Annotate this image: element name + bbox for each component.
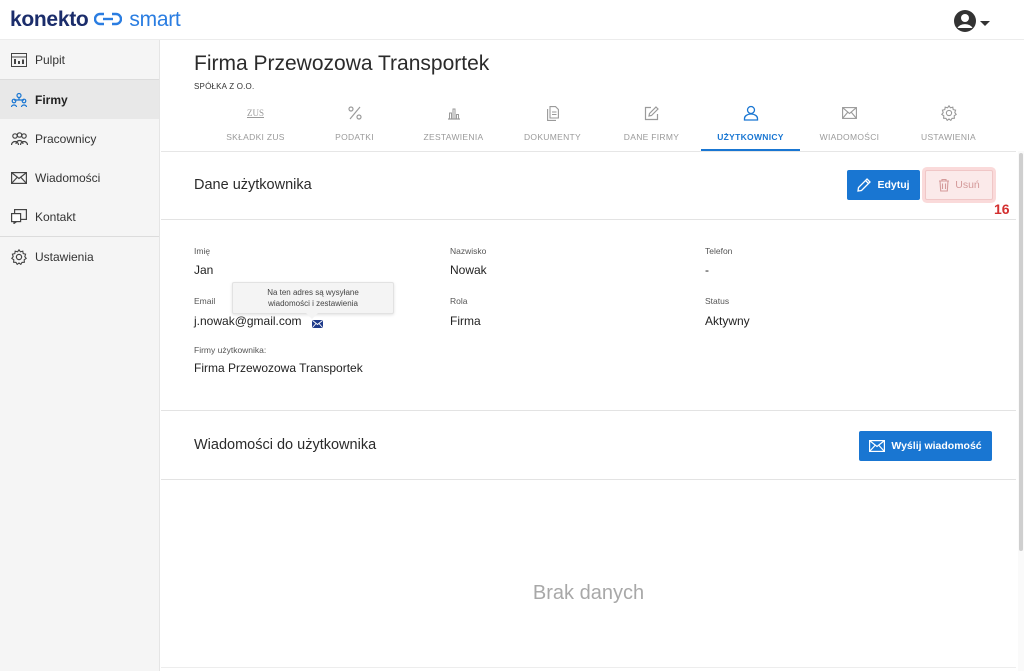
first-name-value: Jan [194, 263, 214, 277]
tab-label: UŻYTKOWNICY [717, 132, 784, 142]
tab-uzytkownicy[interactable]: UŻYTKOWNICY [701, 100, 800, 151]
documents-icon [546, 103, 559, 123]
empty-state-text: Brak danych [532, 582, 645, 604]
tab-label: USTAWIENIA [921, 132, 976, 142]
email-label: Email [194, 296, 216, 306]
account-icon[interactable] [953, 9, 977, 38]
last-name-value: Nowak [450, 263, 487, 277]
tab-ustawienia[interactable]: USTAWIENIA [899, 100, 998, 151]
delete-button[interactable]: Usuń [925, 170, 993, 200]
chevron-down-icon[interactable] [980, 21, 990, 26]
sidebar-item-pulpit[interactable]: Pulpit [0, 40, 159, 79]
company-type: SPÓŁKA Z O.O. [194, 82, 255, 91]
sidebar-item-label: Ustawienia [35, 249, 94, 264]
tab-dane-firmy[interactable]: DANE FIRMY [602, 100, 701, 151]
content-bottom-divider [161, 667, 1016, 668]
company-tabs: ZUS SKŁADKI ZUS PODATKI ZESTAWIENIA DOKU… [206, 100, 998, 152]
sidebar-item-label: Wiadomości [35, 170, 101, 185]
zus-icon: ZUS [247, 103, 264, 123]
tab-wiadomosci[interactable]: WIADOMOŚCI [800, 100, 899, 151]
gear-icon [940, 103, 957, 123]
sidebar-item-kontakt[interactable]: Kontakt [0, 197, 159, 236]
tab-label: DOKUMENTY [523, 132, 581, 142]
percent-icon [347, 103, 362, 123]
sidebar-item-wiadomosci[interactable]: Wiadomości [0, 158, 159, 197]
send-message-button[interactable]: Wyślij wiadomość [859, 431, 992, 461]
role-label: Rola [450, 296, 468, 306]
sidebar-item-label: Pracownicy [35, 131, 97, 146]
user-icon [743, 103, 759, 123]
mail-icon [842, 103, 857, 123]
bar-chart-icon [447, 103, 461, 123]
user-companies-label: Firmy użytkownika: [194, 345, 267, 355]
sidebar-item-label: Firmy [35, 92, 68, 107]
phone-value: - [705, 263, 709, 277]
messages-section-header: Wiadomości do użytkownika Wyślij wiadomo… [161, 410, 1016, 480]
user-section-header: Dane użytkownika Edytuj Usuń [161, 152, 1016, 220]
role-value: Firma [450, 314, 481, 328]
mail-icon [869, 440, 886, 452]
edit-button[interactable]: Edytuj [847, 170, 920, 200]
tab-skladki-zus[interactable]: ZUS SKŁADKI ZUS [206, 100, 305, 151]
edit-button-label: Edytuj [877, 179, 910, 191]
trash-icon [939, 178, 950, 192]
pencil-icon [857, 178, 872, 192]
user-companies-value: Firma Przewozowa Transportek [194, 361, 363, 375]
brand-name-part1: konekto [10, 8, 89, 31]
contact-icon [10, 208, 28, 226]
email-tooltip-line1: Na ten adres są wysyłane [267, 288, 359, 297]
dashboard-icon [10, 51, 28, 69]
tab-dokumenty[interactable]: DOKUMENTY [503, 100, 602, 151]
edit-icon [644, 103, 659, 123]
companies-icon [10, 91, 28, 109]
email-notification-icon[interactable] [312, 320, 323, 328]
brand-mark-icon [94, 8, 123, 32]
status-label: Status [705, 296, 730, 306]
delete-button-label: Usuń [955, 179, 980, 191]
email-tooltip-line2: wiadomości i zestawienia [268, 299, 358, 308]
gear-icon [10, 248, 28, 266]
sidebar-item-firmy[interactable]: Firmy [0, 80, 159, 119]
send-message-label: Wyślij wiadomość [891, 440, 982, 452]
section-title: Wiadomości do użytkownika [194, 437, 377, 453]
section-title: Dane użytkownika [194, 177, 312, 193]
sidebar-item-pracownicy[interactable]: Pracownicy [0, 119, 159, 158]
scrollbar-thumb[interactable] [1019, 153, 1023, 551]
first-name-label: Imię [194, 246, 211, 256]
last-name-label: Nazwisko [450, 246, 487, 256]
tab-label: DANE FIRMY [623, 132, 680, 142]
mail-icon [10, 169, 28, 187]
brand-name-part2: smart [129, 8, 181, 31]
status-value: Aktywny [705, 314, 750, 328]
tab-zestawienia[interactable]: ZESTAWIENIA [404, 100, 503, 151]
zus-icon-text: ZUS [246, 108, 264, 118]
employees-icon [10, 130, 28, 148]
brand-logo[interactable]: konekto smart [10, 8, 181, 32]
sidebar-item-label: Pulpit [35, 52, 66, 67]
sidebar: Pulpit Firmy Pracownicy Wiadomości Konta… [0, 40, 160, 671]
sidebar-item-ustawienia[interactable]: Ustawienia [0, 237, 159, 276]
tab-label: SKŁADKI ZUS [226, 132, 285, 142]
email-value: j.nowak@gmail.com [194, 314, 302, 328]
main-content: Firma Przewozowa Transportek SPÓŁKA Z O.… [161, 40, 1024, 671]
page-title: Firma Przewozowa Transportek [194, 52, 490, 75]
tab-label: PODATKI [335, 132, 374, 142]
user-menu[interactable] [953, 9, 990, 38]
email-tooltip: Na ten adres są wysyłane wiadomości i ze… [232, 282, 394, 319]
tab-podatki[interactable]: PODATKI [305, 100, 404, 151]
step-annotation: 16 [994, 201, 1010, 217]
phone-label: Telefon [705, 246, 733, 256]
sidebar-item-label: Kontakt [35, 209, 76, 224]
tab-label: WIADOMOŚCI [819, 132, 880, 142]
top-bar: konekto smart [0, 0, 1024, 40]
tab-label: ZESTAWIENIA [423, 132, 484, 142]
